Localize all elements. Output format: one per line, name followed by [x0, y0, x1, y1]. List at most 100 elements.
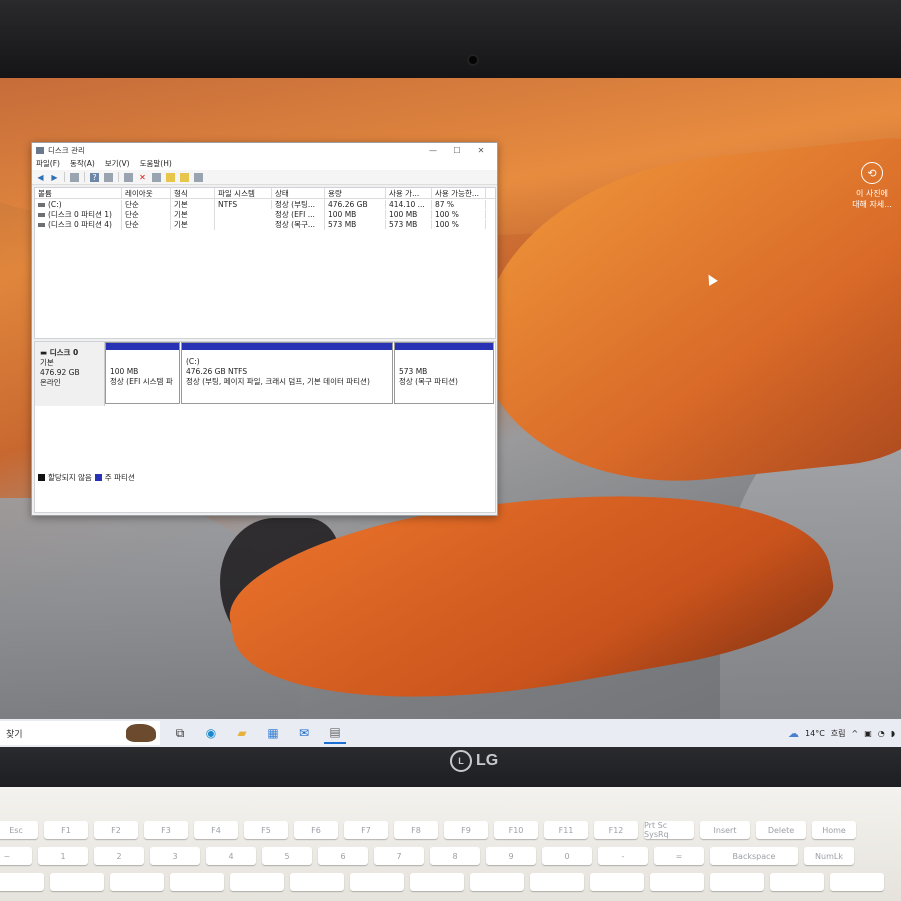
delete-icon[interactable]: ✕ — [138, 173, 147, 182]
key[interactable]: Home — [812, 821, 856, 839]
key[interactable]: = — [654, 847, 704, 865]
edge-icon[interactable]: ◉ — [200, 722, 222, 744]
key[interactable] — [0, 873, 44, 891]
key[interactable] — [50, 873, 104, 891]
key[interactable]: 3 — [150, 847, 200, 865]
key[interactable] — [350, 873, 404, 891]
file-explorer-icon[interactable]: ▰ — [231, 722, 253, 744]
column-header-type[interactable]: 형식 — [171, 188, 215, 198]
key[interactable]: 6 — [318, 847, 368, 865]
check-icon[interactable] — [152, 172, 161, 182]
partition-efi[interactable]: 100 MB 정상 (EFI 시스템 파 — [105, 342, 180, 404]
key[interactable]: F10 — [494, 821, 538, 839]
column-header-status[interactable]: 상태 — [272, 188, 325, 198]
column-header-capacity[interactable]: 용량 — [325, 188, 386, 198]
key[interactable]: Delete — [756, 821, 806, 839]
key[interactable]: 8 — [430, 847, 480, 865]
key[interactable]: 0 — [542, 847, 592, 865]
key[interactable]: Esc — [0, 821, 38, 839]
key[interactable]: F8 — [394, 821, 438, 839]
open-folder-icon[interactable] — [180, 172, 189, 182]
key[interactable]: - — [598, 847, 648, 865]
key[interactable] — [110, 873, 164, 891]
taskbar-search-box[interactable]: 찾기 — [0, 721, 160, 745]
disk-info[interactable]: ▬ 디스크 0 기본 476.92 GB 온라인 — [35, 342, 105, 406]
back-icon[interactable]: ◀ — [36, 173, 45, 182]
wifi-icon[interactable]: ◔ — [878, 729, 885, 738]
key[interactable]: Prt Sc SysRq — [644, 821, 694, 839]
key[interactable] — [410, 873, 464, 891]
properties-icon[interactable] — [104, 172, 113, 182]
disk-size: 476.92 GB — [40, 368, 80, 377]
key[interactable]: NumLk — [804, 847, 854, 865]
key[interactable]: F7 — [344, 821, 388, 839]
menu-help[interactable]: 도움말(H) — [140, 158, 172, 169]
key[interactable]: F5 — [244, 821, 288, 839]
key[interactable] — [770, 873, 824, 891]
key[interactable]: 5 — [262, 847, 312, 865]
key[interactable]: 7 — [374, 847, 424, 865]
key[interactable]: F9 — [444, 821, 488, 839]
key[interactable]: F4 — [194, 821, 238, 839]
key[interactable]: Backspace — [710, 847, 798, 865]
key[interactable] — [530, 873, 584, 891]
view-icon[interactable] — [194, 172, 203, 182]
key[interactable]: 1 — [38, 847, 88, 865]
forward-icon[interactable]: ▶ — [50, 173, 59, 182]
lg-logo-text: LG — [476, 752, 499, 769]
mail-icon[interactable]: ✉ — [293, 722, 315, 744]
console-tree-icon[interactable] — [70, 172, 79, 182]
key[interactable] — [290, 873, 344, 891]
key[interactable] — [710, 873, 764, 891]
photo-info-widget[interactable]: ⟲ 이 사진에 대해 자세... — [846, 162, 898, 210]
maximize-button[interactable]: ☐ — [445, 146, 469, 155]
table-row[interactable]: (C:) 단순 기본 NTFS 정상 (부팅... 476.26 GB 414.… — [35, 198, 495, 210]
window-titlebar[interactable]: 디스크 관리 — ☐ ✕ — [32, 143, 497, 157]
weather-temp[interactable]: 14°C — [805, 729, 825, 738]
key[interactable]: F6 — [294, 821, 338, 839]
key[interactable] — [830, 873, 884, 891]
cloudy-weather-icon[interactable]: ☁ — [788, 727, 799, 740]
partition-c[interactable]: (C:) 476.26 GB NTFS 정상 (부팅, 페이지 파일, 크래시 … — [181, 342, 393, 404]
table-row[interactable]: (디스크 0 파티션 4) 단순 기본 정상 (복구... 573 MB 573… — [35, 218, 495, 230]
key[interactable]: F1 — [44, 821, 88, 839]
column-header-filesystem[interactable]: 파일 시스템 — [215, 188, 272, 198]
store-icon[interactable]: ▦ — [262, 722, 284, 744]
key[interactable]: 2 — [94, 847, 144, 865]
minimize-button[interactable]: — — [421, 146, 445, 155]
key[interactable] — [470, 873, 524, 891]
partition-recovery[interactable]: 573 MB 정상 (복구 파티션) — [394, 342, 494, 404]
task-view-icon[interactable]: ⧉ — [169, 722, 191, 744]
column-header-volume[interactable]: 볼륨 — [35, 188, 122, 198]
keyboard-deck: Esc F1 F2 F3 F4 F5 F6 F7 F8 F9 F10 F11 F12 Prt Sc Sys… — [0, 787, 901, 901]
menu-action[interactable]: 동작(A) — [70, 158, 95, 169]
key[interactable] — [170, 873, 224, 891]
key[interactable]: F2 — [94, 821, 138, 839]
volume-icon[interactable]: ◗ — [891, 729, 895, 738]
key[interactable] — [650, 873, 704, 891]
column-header-percent-free[interactable]: 사용 가능한... — [432, 188, 486, 198]
tray-app-icon[interactable]: ▣ — [864, 729, 872, 738]
close-button[interactable]: ✕ — [469, 146, 493, 155]
menu-view[interactable]: 보기(V) — [105, 158, 130, 169]
column-header-free-space[interactable]: 사용 가... — [386, 188, 432, 198]
key[interactable] — [230, 873, 284, 891]
key[interactable]: 9 — [486, 847, 536, 865]
taskbar: 찾기 ⧉ ◉ ▰ ▦ ✉ ▤ ☁ 14°C 흐림 ^ ▣ ◔ ◗ — [0, 719, 901, 747]
disk-management-icon[interactable]: ▤ — [324, 722, 346, 744]
folder-icon[interactable] — [166, 172, 175, 182]
key[interactable]: 4 — [206, 847, 256, 865]
weather-condition[interactable]: 흐림 — [831, 728, 846, 739]
key[interactable]: F11 — [544, 821, 588, 839]
connect-drive-icon[interactable] — [124, 172, 133, 182]
key[interactable]: Insert — [700, 821, 750, 839]
help-icon[interactable]: ? — [90, 172, 99, 182]
key[interactable]: F3 — [144, 821, 188, 839]
key[interactable]: F12 — [594, 821, 638, 839]
key[interactable]: ~ — [0, 847, 32, 865]
table-row[interactable]: (디스크 0 파티션 1) 단순 기본 정상 (EFI ... 100 MB 1… — [35, 208, 495, 220]
column-header-layout[interactable]: 레이아웃 — [122, 188, 171, 198]
key[interactable] — [590, 873, 644, 891]
menu-file[interactable]: 파일(F) — [36, 158, 60, 169]
show-hidden-icons-chevron-icon[interactable]: ^ — [852, 729, 859, 738]
